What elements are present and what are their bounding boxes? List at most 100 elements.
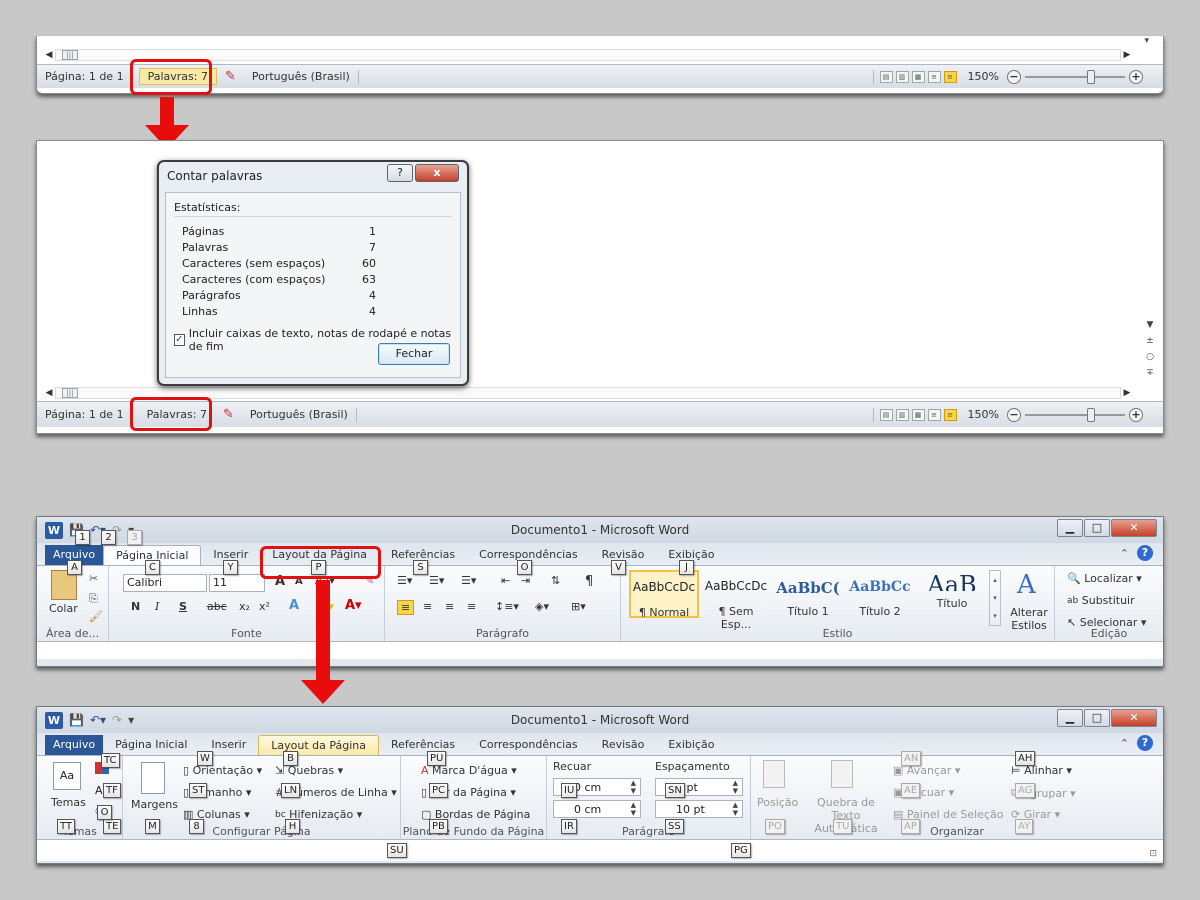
spacing-after-input[interactable]: 10 pt ▲ ▼: [655, 800, 743, 818]
wrap-text-icon[interactable]: [831, 760, 853, 788]
web-layout-icon[interactable]: ▦: [911, 70, 925, 83]
copy-icon[interactable]: ⎘: [89, 592, 98, 606]
margins-icon[interactable]: [141, 762, 165, 794]
themes-button[interactable]: Temas: [51, 796, 86, 809]
sort-icon[interactable]: ⇅: [551, 574, 560, 587]
multilevel-icon[interactable]: ☰▾: [461, 574, 476, 587]
close-button[interactable]: Fechar: [378, 343, 450, 365]
tab-mailings[interactable]: Correspondências: [467, 735, 590, 755]
vertical-scrollbar[interactable]: ▼ ± ○ ∓: [1143, 317, 1157, 381]
scroll-left-icon[interactable]: ◀: [43, 50, 55, 60]
document-area[interactable]: [37, 641, 1163, 659]
zoom-out-icon[interactable]: −: [1007, 69, 1021, 84]
tab-file[interactable]: Arquivo: [45, 735, 104, 755]
find-button[interactable]: 🔍 Localizar ▾: [1067, 572, 1142, 585]
cut-icon[interactable]: ✂: [89, 572, 98, 585]
align-center-icon[interactable]: ≡: [423, 600, 432, 613]
scroll-right-icon[interactable]: ▶: [1121, 50, 1133, 60]
superscript-button[interactable]: x²: [259, 600, 270, 613]
tab-view[interactable]: Exibição: [656, 735, 726, 755]
paste-button[interactable]: Colar: [49, 602, 78, 615]
zoom-in-icon[interactable]: +: [1129, 69, 1143, 84]
align-right-icon[interactable]: ≡: [445, 600, 454, 613]
numbering-icon[interactable]: ☰▾: [429, 574, 444, 587]
zoom-slider[interactable]: − +: [1007, 407, 1143, 422]
orientation-button[interactable]: ▯ Orientação ▾: [183, 764, 262, 777]
zoom-in-icon[interactable]: +: [1129, 407, 1143, 422]
zoom-level[interactable]: 150%: [960, 408, 1007, 421]
increase-indent-icon[interactable]: ⇥: [521, 574, 530, 587]
margins-button[interactable]: Margens: [131, 798, 178, 811]
window-close-icon[interactable]: ✕: [1111, 709, 1157, 727]
justify-icon[interactable]: ≡: [467, 600, 476, 613]
full-screen-icon[interactable]: ▥: [895, 70, 909, 83]
zoom-thumb[interactable]: [1087, 69, 1095, 84]
themes-icon[interactable]: Aa: [53, 762, 81, 790]
dialog-help-button[interactable]: ?: [387, 164, 413, 182]
position-icon[interactable]: [763, 760, 785, 788]
font-color-icon[interactable]: A▾: [345, 598, 362, 613]
maximize-icon[interactable]: □: [1084, 709, 1110, 727]
print-layout-icon[interactable]: ▤: [879, 408, 893, 421]
line-spacing-icon[interactable]: ↕≡▾: [495, 600, 519, 613]
scroll-left-icon[interactable]: ◀: [43, 388, 55, 398]
status-page[interactable]: Página: 1 de 1: [37, 408, 132, 421]
full-screen-icon[interactable]: ▥: [895, 408, 909, 421]
format-painter-icon[interactable]: 🖌: [89, 610, 103, 623]
zoom-thumb[interactable]: [1087, 407, 1095, 422]
window-close-icon[interactable]: ✕: [1111, 519, 1157, 537]
styles-scroll[interactable]: ▴ ▾ ▾: [989, 570, 1001, 626]
scroll-right-icon[interactable]: ▶: [1121, 388, 1133, 398]
strikethrough-button[interactable]: abc: [207, 600, 227, 613]
tab-review[interactable]: Revisão: [590, 735, 657, 755]
shading-icon[interactable]: ◈▾: [535, 600, 549, 613]
draft-icon[interactable]: ≡: [943, 70, 957, 83]
bullets-icon[interactable]: ☰▾: [397, 574, 412, 587]
style-item[interactable]: AaBbCcDc ¶ Sem Esp...: [701, 570, 771, 631]
draft-icon[interactable]: ≡: [943, 408, 957, 421]
tab-page-layout[interactable]: Layout da Página: [258, 735, 379, 755]
font-size-select[interactable]: 11: [209, 574, 265, 592]
help-icon[interactable]: ?: [1137, 735, 1153, 751]
print-layout-icon[interactable]: ▤: [879, 70, 893, 83]
font-name-select[interactable]: Calibri (Corpo): [123, 574, 207, 592]
minimize-ribbon-icon[interactable]: ⌃: [1120, 547, 1129, 560]
text-effects-icon[interactable]: A: [289, 598, 299, 613]
scroll-thumb[interactable]: |||: [62, 50, 78, 60]
bold-button[interactable]: N: [131, 600, 140, 613]
italic-button[interactable]: I: [155, 600, 159, 613]
indent-right-input[interactable]: 0 cm ▲ ▼: [553, 800, 641, 818]
zoom-level[interactable]: 150%: [960, 70, 1007, 83]
outline-icon[interactable]: ≡: [927, 70, 941, 83]
decrease-indent-icon[interactable]: ⇤: [501, 574, 510, 587]
outline-icon[interactable]: ≡: [927, 408, 941, 421]
ruler-toggle-icon[interactable]: ⊡: [1149, 849, 1157, 859]
style-item[interactable]: AaB Título: [917, 570, 987, 618]
align-left-icon[interactable]: ≡: [397, 600, 415, 615]
minimize-ribbon-icon[interactable]: ⌃: [1120, 737, 1129, 750]
maximize-icon[interactable]: □: [1084, 519, 1110, 537]
minimize-icon[interactable]: ▁: [1057, 709, 1083, 727]
scroll-thumb[interactable]: |||: [62, 388, 78, 398]
style-item[interactable]: AaBbCc Título 2: [845, 570, 915, 618]
change-styles-icon[interactable]: A: [1017, 570, 1036, 600]
help-icon[interactable]: ?: [1137, 545, 1153, 561]
style-item[interactable]: AaBbCcDc ¶ Normal: [629, 570, 699, 619]
tab-home[interactable]: Página Inicial: [103, 735, 199, 755]
minimize-icon[interactable]: ▁: [1057, 519, 1083, 537]
style-item[interactable]: AaBbC(Título 1: [773, 570, 843, 618]
proofing-icon[interactable]: ✎: [215, 407, 242, 422]
replace-button[interactable]: ab Substituir: [1067, 594, 1135, 607]
subscript-button[interactable]: x₂: [239, 600, 250, 613]
dialog-close-icon[interactable]: x: [415, 164, 459, 182]
tab-references[interactable]: Referências: [379, 735, 467, 755]
zoom-slider[interactable]: − +: [1007, 69, 1143, 84]
web-layout-icon[interactable]: ▦: [911, 408, 925, 421]
document-area[interactable]: [37, 839, 1163, 861]
borders-icon[interactable]: ⊞▾: [571, 600, 586, 613]
include-textboxes-checkbox[interactable]: ✓: [174, 334, 185, 346]
status-language[interactable]: Português (Brasil): [242, 408, 356, 421]
proofing-icon[interactable]: ✎: [217, 69, 244, 84]
underline-button[interactable]: S: [179, 600, 187, 613]
status-page[interactable]: Página: 1 de 1: [37, 70, 132, 83]
